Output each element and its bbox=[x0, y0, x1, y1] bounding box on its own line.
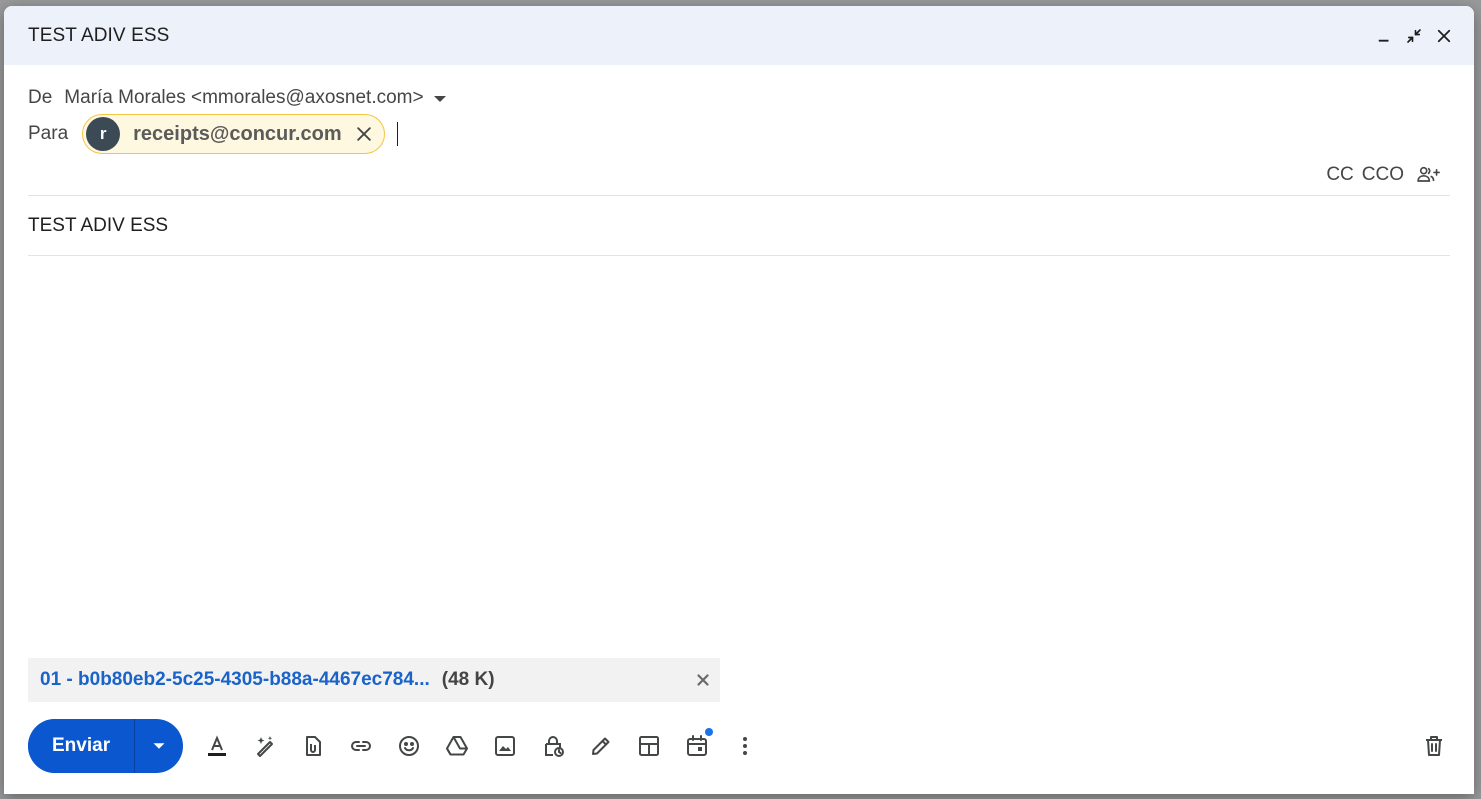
formatting-tools bbox=[201, 728, 761, 762]
insert-photo-icon[interactable] bbox=[489, 730, 521, 762]
to-label: Para bbox=[28, 123, 69, 144]
minimize-icon[interactable] bbox=[1374, 26, 1394, 46]
recipient-avatar: r bbox=[86, 117, 121, 151]
recipient-chip[interactable]: r receipts@concur.com bbox=[82, 114, 385, 154]
confidential-mode-icon[interactable] bbox=[537, 730, 569, 762]
compose-title: TEST ADIV ESS bbox=[28, 24, 170, 46]
compose-window: TEST ADIV ESS De María Morales <mmorales… bbox=[4, 6, 1474, 794]
attach-file-icon[interactable] bbox=[297, 730, 329, 762]
text-format-icon[interactable] bbox=[201, 730, 233, 762]
bcc-button[interactable]: CCO bbox=[1362, 164, 1404, 186]
add-recipients-icon[interactable] bbox=[1412, 161, 1444, 189]
window-controls bbox=[1374, 26, 1454, 46]
magic-write-icon[interactable] bbox=[249, 730, 281, 762]
emoji-icon[interactable] bbox=[393, 730, 425, 762]
remove-recipient-icon[interactable] bbox=[354, 124, 374, 144]
subject-row[interactable]: TEST ADIV ESS bbox=[4, 196, 1474, 255]
remove-attachment-icon[interactable] bbox=[694, 671, 712, 689]
send-button-group: Enviar bbox=[28, 719, 184, 773]
insert-link-icon[interactable] bbox=[345, 730, 377, 762]
cc-row: CC CCO bbox=[4, 155, 1474, 195]
schedule-event-icon[interactable] bbox=[681, 728, 714, 762]
attachment-item[interactable]: 01 - b0b80eb2-5c25-4305-b88a-4467ec784..… bbox=[28, 658, 720, 702]
from-dropdown-icon[interactable] bbox=[433, 96, 446, 102]
compose-toolbar: Enviar bbox=[28, 719, 1450, 773]
signature-icon[interactable] bbox=[585, 730, 617, 762]
message-body[interactable] bbox=[28, 267, 1450, 647]
trash-icon[interactable] bbox=[1418, 730, 1450, 762]
send-options-icon[interactable] bbox=[135, 719, 183, 773]
attachment-name[interactable]: 01 - b0b80eb2-5c25-4305-b88a-4467ec784..… bbox=[40, 669, 430, 691]
close-icon[interactable] bbox=[1434, 26, 1454, 46]
from-value[interactable]: María Morales <mmorales@axosnet.com> bbox=[64, 87, 423, 109]
from-label: De bbox=[28, 87, 53, 108]
to-input-cursor[interactable] bbox=[396, 122, 399, 146]
compose-titlebar: TEST ADIV ESS bbox=[4, 6, 1474, 65]
more-options-icon[interactable] bbox=[729, 730, 761, 762]
subject-divider bbox=[28, 255, 1450, 256]
to-row: Para r receipts@concur.com bbox=[4, 113, 1474, 155]
attachment-size: (48 K) bbox=[441, 669, 495, 690]
drive-icon[interactable] bbox=[441, 730, 473, 762]
cc-button[interactable]: CC bbox=[1326, 164, 1353, 186]
notification-dot bbox=[705, 728, 714, 736]
recipient-email: receipts@concur.com bbox=[133, 122, 342, 145]
send-button[interactable]: Enviar bbox=[28, 719, 136, 773]
subject-field[interactable]: TEST ADIV ESS bbox=[28, 215, 168, 237]
layout-icon[interactable] bbox=[633, 730, 665, 762]
exit-fullscreen-icon[interactable] bbox=[1404, 26, 1424, 46]
